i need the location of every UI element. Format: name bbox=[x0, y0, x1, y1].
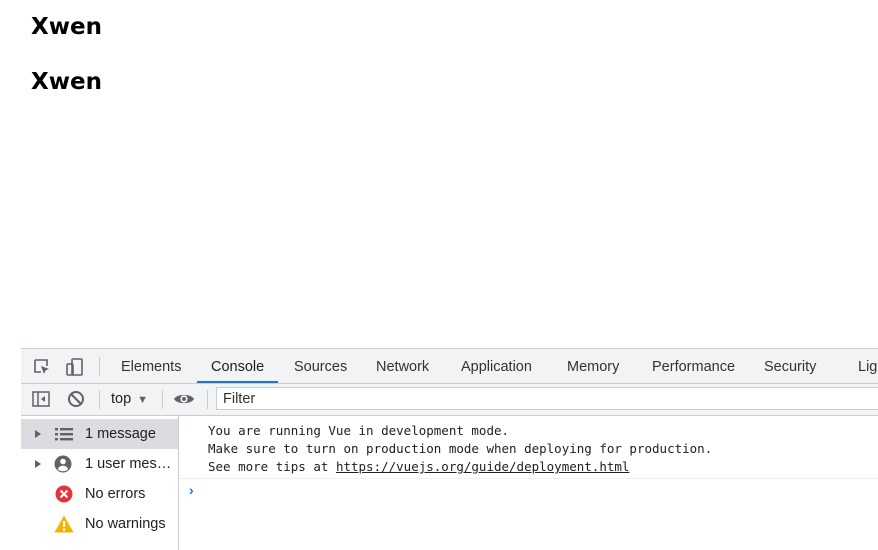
filter-box bbox=[216, 387, 878, 410]
sidebar-item-warnings[interactable]: No warnings bbox=[21, 509, 178, 539]
console-toolbar: top ▼ bbox=[21, 384, 878, 416]
list-icon bbox=[55, 428, 73, 441]
message-line: You are running Vue in development mode. bbox=[208, 423, 510, 438]
console-prompt-icon[interactable]: › bbox=[189, 482, 194, 498]
message-divider bbox=[179, 478, 878, 479]
inspect-element-icon[interactable] bbox=[32, 357, 52, 377]
sidebar-item-label: No warnings bbox=[85, 516, 166, 532]
filter-input[interactable] bbox=[217, 388, 878, 409]
expand-arrow-icon[interactable] bbox=[35, 430, 41, 438]
clear-console-icon[interactable] bbox=[66, 389, 86, 409]
vue-deployment-link[interactable]: https://vuejs.org/guide/deployment.html bbox=[336, 459, 630, 474]
sidebar-item-label: No errors bbox=[85, 486, 146, 502]
tab-security[interactable]: Security bbox=[764, 349, 816, 383]
tab-sources[interactable]: Sources bbox=[294, 349, 347, 383]
toolbar-separator bbox=[207, 390, 208, 409]
sidebar-item-label: 1 user mess… bbox=[85, 456, 176, 472]
page-heading-1: Xwen bbox=[31, 14, 102, 40]
message-line: Make sure to turn on production mode whe… bbox=[208, 441, 713, 456]
tab-performance[interactable]: Performance bbox=[652, 349, 735, 383]
page-heading-2: Xwen bbox=[31, 69, 102, 95]
sidebar-item-user-messages[interactable]: 1 user mess… bbox=[21, 449, 178, 479]
message-line-prefix: See more tips at bbox=[208, 459, 336, 474]
toolbar-separator bbox=[162, 390, 163, 409]
tab-memory[interactable]: Memory bbox=[567, 349, 619, 383]
error-icon bbox=[55, 485, 73, 503]
devtools-tabbar: Elements Console Sources Network Applica… bbox=[21, 349, 878, 384]
context-selector[interactable]: top ▼ bbox=[111, 384, 148, 415]
eye-icon[interactable] bbox=[173, 389, 194, 409]
sidebar-toggle-icon[interactable] bbox=[31, 389, 51, 409]
warning-icon bbox=[54, 515, 74, 533]
tab-application[interactable]: Application bbox=[461, 349, 532, 383]
tab-elements[interactable]: Elements bbox=[121, 349, 181, 383]
sidebar-item-label: 1 message bbox=[85, 426, 156, 442]
toolbar-separator bbox=[99, 390, 100, 409]
tab-network[interactable]: Network bbox=[376, 349, 429, 383]
sidebar-item-errors[interactable]: No errors bbox=[21, 479, 178, 509]
devtools-panel: Elements Console Sources Network Applica… bbox=[21, 348, 878, 550]
sidebar-item-messages[interactable]: 1 message bbox=[21, 419, 178, 449]
toolbar-separator bbox=[99, 357, 100, 376]
context-label: top bbox=[111, 391, 132, 407]
console-sidebar: 1 message 1 user mess… No errors No warn… bbox=[21, 416, 179, 550]
device-toolbar-icon[interactable] bbox=[65, 357, 85, 377]
user-icon bbox=[54, 455, 72, 473]
console-messages: You are running Vue in development mode.… bbox=[179, 416, 878, 550]
console-message: You are running Vue in development mode.… bbox=[208, 422, 712, 476]
caret-down-icon: ▼ bbox=[137, 394, 149, 406]
expand-arrow-icon[interactable] bbox=[35, 460, 41, 468]
tab-lighthouse[interactable]: Lig bbox=[858, 349, 877, 383]
tab-console[interactable]: Console bbox=[196, 349, 279, 383]
